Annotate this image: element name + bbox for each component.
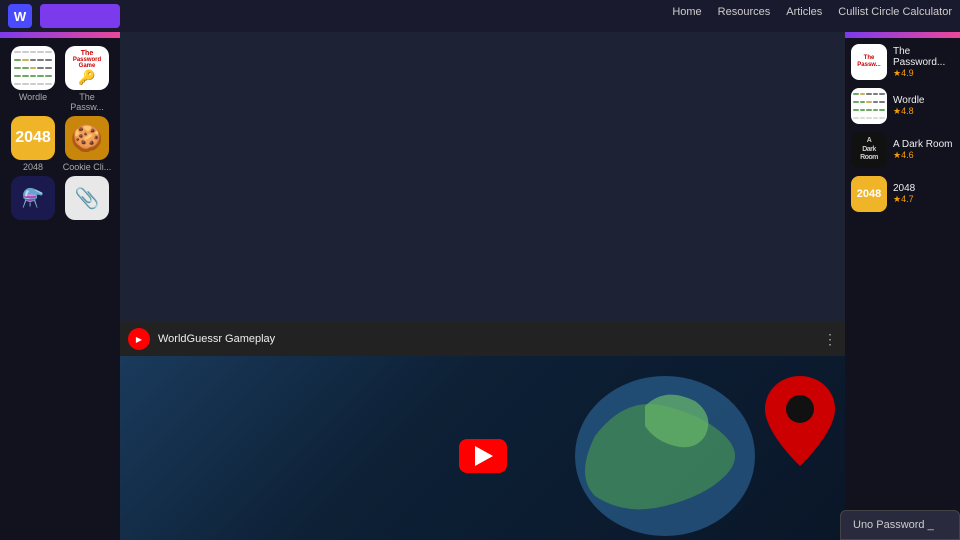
right-wordle-name: Wordle (893, 95, 925, 106)
right-dark-info: A Dark Room ★4.6 (893, 139, 952, 161)
right-2048-rating: ★4.7 (893, 194, 915, 205)
uno-password-text: Uno Password _ (853, 519, 934, 531)
cookie-icon: 🍪 (65, 116, 109, 160)
yt-title: WorldGuessr Gameplay (158, 333, 815, 345)
wordle-icon (11, 46, 55, 90)
right-dark-icon: ADarkRoom (851, 132, 887, 168)
uno-password-overlay: Uno Password _ (840, 510, 960, 540)
pin-svg (760, 371, 840, 471)
right-app-list: ThePassw... The Password... ★4.9 Wordle (845, 38, 960, 218)
right-sidebar: ThePassw... The Password... ★4.9 Wordle (845, 32, 960, 540)
yt-logo: ▶ (128, 328, 150, 350)
left-sidebar: Wordle The Password Game 🔑 The Passw... … (0, 32, 120, 540)
main-content: Wordle The Password Game 🔑 The Passw... … (0, 32, 960, 540)
right-app-item-wordle[interactable]: Wordle ★4.8 (851, 88, 954, 124)
paperclip-icon: 📎 (65, 176, 109, 220)
right-dark-name: A Dark Room (893, 139, 952, 150)
app-grid: Wordle The Password Game 🔑 The Passw... … (0, 38, 120, 228)
right-2048-icon: 2048 (851, 176, 887, 212)
yt-menu-dots[interactable]: ⋮ (823, 331, 837, 348)
play-triangle (475, 446, 493, 466)
right-wordle-info: Wordle ★4.8 (893, 95, 925, 117)
nav-bar: Home Resources Articles Cullist Circle C… (672, 6, 952, 18)
nav-resources[interactable]: Resources (718, 6, 771, 18)
video-placeholder (120, 32, 845, 322)
app-label-password: The Passw... (62, 92, 112, 112)
top-bar: W Home Resources Articles Cullist Circle… (0, 0, 960, 32)
yt-thumbnail[interactable] (120, 356, 845, 540)
app-label-2048: 2048 (23, 162, 43, 172)
2048-icon: 2048 (11, 116, 55, 160)
play-button[interactable] (459, 439, 507, 473)
right-app-item-2048[interactable]: 2048 2048 ★4.7 (851, 176, 954, 212)
right-app-item-dark[interactable]: ADarkRoom A Dark Room ★4.6 (851, 132, 954, 168)
2048-label: 2048 (15, 129, 51, 147)
password-icon: The Password Game 🔑 (65, 46, 109, 90)
app-item-2048[interactable]: 2048 2048 (8, 116, 58, 172)
app-label-cookie: Cookie Cli... (63, 162, 112, 172)
right-passw-icon: ThePassw... (851, 44, 887, 80)
right-dark-rating: ★4.6 (893, 150, 952, 161)
nav-calculator[interactable]: Cullist Circle Calculator (838, 6, 952, 18)
app-item-cookie[interactable]: 🍪 Cookie Cli... (62, 116, 112, 172)
right-2048-info: 2048 ★4.7 (893, 183, 915, 205)
right-2048-name: 2048 (893, 183, 915, 194)
app-item-wordle[interactable]: Wordle (8, 46, 58, 112)
right-wordle-icon (851, 88, 887, 124)
browser-tab[interactable] (40, 4, 120, 28)
center-area: ▶ WorldGuessr Gameplay ⋮ (120, 32, 845, 540)
app-label-wordle: Wordle (19, 92, 47, 102)
right-passw-info: The Password... ★4.9 (893, 46, 954, 79)
browser-logo: W (8, 4, 32, 28)
right-passw-rating: ★4.9 (893, 68, 954, 79)
app-item-alchemy[interactable]: ⚗️ (8, 176, 58, 220)
right-wordle-rating: ★4.8 (893, 106, 925, 117)
yt-player: ▶ WorldGuessr Gameplay ⋮ (120, 322, 845, 540)
app-item-password[interactable]: The Password Game 🔑 The Passw... (62, 46, 112, 112)
app-item-paperclip[interactable]: 📎 (62, 176, 112, 220)
alchemy-icon: ⚗️ (11, 176, 55, 220)
right-passw-name: The Password... (893, 46, 954, 68)
nav-home[interactable]: Home (672, 6, 701, 18)
nav-articles[interactable]: Articles (786, 6, 822, 18)
yt-header: ▶ WorldGuessr Gameplay ⋮ (120, 322, 845, 356)
right-app-item-password[interactable]: ThePassw... The Password... ★4.9 (851, 44, 954, 80)
